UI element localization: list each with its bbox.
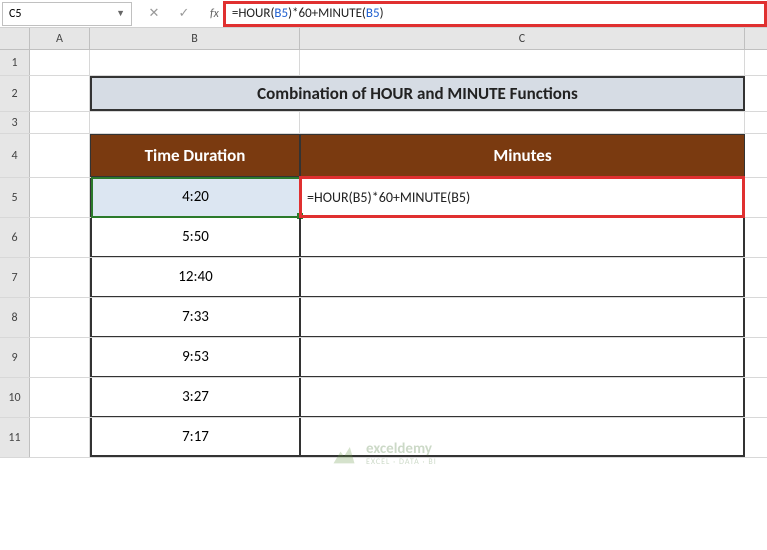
row-1: 1 — [0, 50, 767, 76]
row-header-1[interactable]: 1 — [0, 50, 30, 75]
row-header-3[interactable]: 3 — [0, 112, 30, 133]
formula-seg: =HOUR( — [232, 6, 275, 21]
cell-A10[interactable] — [30, 378, 90, 417]
cell-formula-text: =HOUR(B5)*60+MINUTE(B5) — [307, 189, 470, 206]
formula-ref: B5 — [366, 6, 380, 21]
row-6: 6 5:50 — [0, 218, 767, 258]
row-header-9[interactable]: 9 — [0, 338, 30, 377]
select-all-corner[interactable] — [0, 28, 30, 49]
row-header-6[interactable]: 6 — [0, 218, 30, 257]
cell-A6[interactable] — [30, 218, 90, 257]
cell-A11[interactable] — [30, 418, 90, 457]
cell-A4[interactable] — [30, 134, 90, 177]
cell-value: 7:33 — [182, 308, 209, 326]
cell-C10[interactable] — [300, 378, 745, 417]
header-time-duration[interactable]: Time Duration — [90, 134, 300, 177]
row-11: 11 7:17 — [0, 418, 767, 458]
grid: 1 2 Combination of HOUR and MINUTE Funct… — [0, 50, 767, 458]
formula-seg: )*60+MINUTE( — [288, 6, 366, 21]
cell-C7[interactable] — [300, 258, 745, 297]
title-cell[interactable]: Combination of HOUR and MINUTE Functions — [90, 76, 745, 111]
cancel-icon[interactable]: ✕ — [144, 6, 164, 21]
row-header-8[interactable]: 8 — [0, 298, 30, 337]
cell-B10[interactable]: 3:27 — [90, 378, 300, 417]
cell-C11[interactable] — [300, 418, 745, 457]
cell-C3[interactable] — [300, 112, 745, 133]
row-3: 3 — [0, 112, 767, 134]
row-header-5[interactable]: 5 — [0, 178, 30, 217]
col-header-A[interactable]: A — [30, 28, 90, 49]
cell-A9[interactable] — [30, 338, 90, 377]
cell-A1[interactable] — [30, 50, 90, 75]
row-4: 4 Time Duration Minutes — [0, 134, 767, 178]
row-header-7[interactable]: 7 — [0, 258, 30, 297]
cell-B7[interactable]: 12:40 — [90, 258, 300, 297]
cell-C8[interactable] — [300, 298, 745, 337]
column-headers: A B C — [0, 28, 767, 50]
cell-value: 3:27 — [182, 388, 209, 406]
cell-B1[interactable] — [90, 50, 300, 75]
chevron-down-icon[interactable]: ▼ — [116, 8, 125, 19]
cell-value: 5:50 — [182, 228, 209, 246]
row-9: 9 9:53 — [0, 338, 767, 378]
formula-ref: B5 — [274, 6, 288, 21]
row-7: 7 12:40 — [0, 258, 767, 298]
cell-C9[interactable] — [300, 338, 745, 377]
cell-A3[interactable] — [30, 112, 90, 133]
row-header-4[interactable]: 4 — [0, 134, 30, 177]
cell-A2[interactable] — [30, 76, 90, 111]
enter-icon[interactable]: ✓ — [174, 6, 194, 21]
row-2: 2 Combination of HOUR and MINUTE Functio… — [0, 76, 767, 112]
col-header-C[interactable]: C — [300, 28, 745, 49]
formula-text: =HOUR(B5)*60+MINUTE(B5) — [232, 6, 384, 21]
cell-value: 7:17 — [182, 428, 209, 446]
cell-B5[interactable]: 4:20 — [90, 178, 300, 217]
cell-C1[interactable] — [300, 50, 745, 75]
fx-label[interactable]: fx — [202, 7, 223, 21]
cell-B8[interactable]: 7:33 — [90, 298, 300, 337]
cell-value: 9:53 — [182, 348, 209, 366]
formula-bar-buttons: ✕ ✓ — [136, 6, 202, 21]
watermark-sub: EXCEL · DATA · BI — [366, 458, 437, 467]
row-header-11[interactable]: 11 — [0, 418, 30, 457]
cell-value: 12:40 — [178, 268, 212, 286]
cell-B6[interactable]: 5:50 — [90, 218, 300, 257]
row-header-2[interactable]: 2 — [0, 76, 30, 111]
cell-B3[interactable] — [90, 112, 300, 133]
row-8: 8 7:33 — [0, 298, 767, 338]
formula-seg: ) — [380, 6, 384, 21]
name-box[interactable]: C5 ▼ — [2, 2, 132, 26]
cell-A8[interactable] — [30, 298, 90, 337]
row-5: 5 4:20 =HOUR(B5)*60+MINUTE(B5) — [0, 178, 767, 218]
cell-value: 4:20 — [182, 188, 209, 206]
formula-bar: C5 ▼ ✕ ✓ fx =HOUR(B5)*60+MINUTE(B5) — [0, 0, 767, 28]
formula-input[interactable]: =HOUR(B5)*60+MINUTE(B5) — [223, 1, 767, 27]
cell-B9[interactable]: 9:53 — [90, 338, 300, 377]
name-box-value: C5 — [9, 7, 116, 21]
col-header-B[interactable]: B — [90, 28, 300, 49]
row-10: 10 3:27 — [0, 378, 767, 418]
cell-C5[interactable]: =HOUR(B5)*60+MINUTE(B5) — [300, 178, 745, 217]
cell-C6[interactable] — [300, 218, 745, 257]
cell-B11[interactable]: 7:17 — [90, 418, 300, 457]
cell-A5[interactable] — [30, 178, 90, 217]
row-header-10[interactable]: 10 — [0, 378, 30, 417]
cell-A7[interactable] — [30, 258, 90, 297]
header-minutes[interactable]: Minutes — [300, 134, 745, 177]
